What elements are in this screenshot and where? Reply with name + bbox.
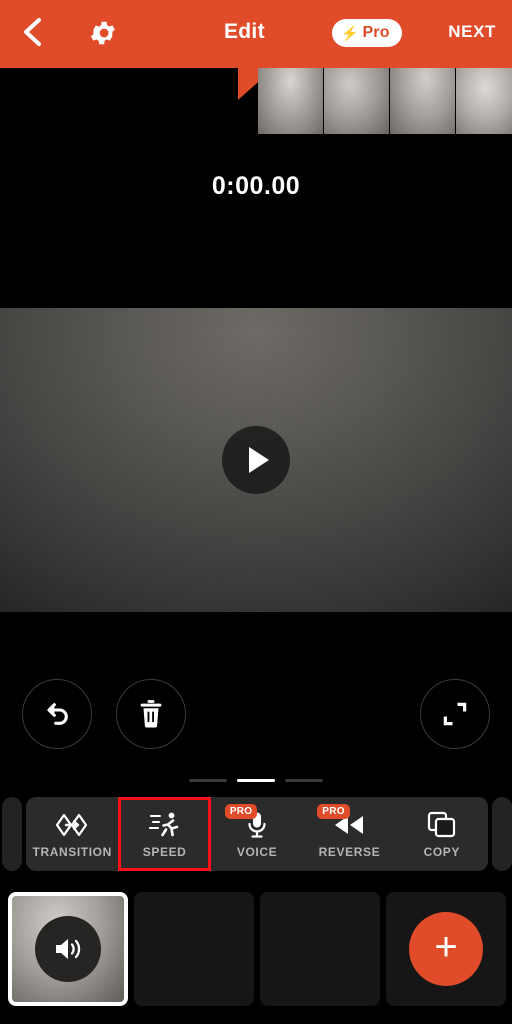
filmstrip-frame[interactable] [456, 68, 512, 134]
next-button[interactable]: NEXT [448, 22, 496, 42]
tool-reverse[interactable]: PRO REVERSE [303, 797, 395, 871]
app-header: Edit ⚡ Pro NEXT [0, 0, 512, 68]
lightning-bolt-icon: ⚡ [341, 25, 359, 41]
clip-thumbnail-empty[interactable] [260, 892, 380, 1006]
toolbar-next-peek[interactable] [492, 797, 512, 871]
video-editor-screen: Edit ⚡ Pro NEXT 0:00.00 TRANSITION SPEED… [0, 0, 512, 1024]
undo-button[interactable] [22, 679, 92, 749]
running-person-icon [148, 810, 181, 840]
page-indicator [0, 779, 512, 782]
video-preview[interactable] [0, 308, 512, 612]
filmstrip-thumbnails[interactable] [258, 68, 512, 134]
editing-toolbar[interactable]: TRANSITION SPEED PRO VOICE PRO REVERSE C… [0, 795, 512, 873]
page-dot[interactable] [285, 779, 323, 782]
chevron-left-icon [24, 18, 41, 46]
settings-button[interactable] [82, 12, 124, 54]
add-clip-button[interactable]: + [409, 912, 483, 986]
delete-button[interactable] [116, 679, 186, 749]
tool-label: TRANSITION [32, 844, 112, 859]
gear-icon [90, 21, 115, 45]
speaker-icon [56, 939, 81, 959]
toolbar-items: TRANSITION SPEED PRO VOICE PRO REVERSE C… [26, 797, 488, 871]
pro-badge-label: Pro [362, 24, 390, 41]
transition-icon [55, 810, 89, 840]
page-dot-active[interactable] [237, 779, 275, 782]
tool-label: REVERSE [318, 844, 381, 859]
tool-speed[interactable]: SPEED [118, 797, 211, 871]
tool-copy[interactable]: COPY [396, 797, 488, 871]
expand-button[interactable] [420, 679, 490, 749]
filmstrip-frame[interactable] [390, 68, 456, 134]
toolbar-prev-peek[interactable] [2, 797, 22, 871]
play-icon [248, 447, 269, 473]
page-dot[interactable] [189, 779, 227, 782]
copy-icon [427, 810, 457, 840]
tool-label: VOICE [236, 844, 278, 859]
undo-arrow-icon [47, 703, 68, 725]
pro-tag: PRO [224, 804, 258, 819]
tool-label: COPY [423, 844, 461, 859]
tool-transition[interactable]: TRANSITION [26, 797, 118, 871]
page-title: Edit [224, 20, 265, 43]
timecode-display: 0:00.00 [211, 172, 301, 200]
fullscreen-expand-icon [443, 702, 467, 726]
pro-upgrade-badge[interactable]: ⚡ Pro [332, 19, 402, 47]
play-button[interactable] [222, 426, 290, 494]
plus-icon: + [434, 925, 458, 969]
clip-audio-toggle[interactable] [35, 916, 101, 982]
tool-label: SPEED [142, 844, 187, 859]
filmstrip-frame[interactable] [258, 68, 324, 134]
tool-voice[interactable]: PRO VOICE [211, 797, 303, 871]
clip-thumbnail-empty[interactable] [134, 892, 254, 1006]
add-clip-cell[interactable]: + [386, 892, 506, 1006]
back-button[interactable] [12, 12, 52, 52]
trash-icon [140, 700, 162, 728]
clip-timeline[interactable]: + [0, 888, 512, 1010]
pro-tag: PRO [317, 804, 350, 819]
clip-thumbnail-selected[interactable] [8, 892, 128, 1006]
filmstrip-frame[interactable] [324, 68, 390, 134]
